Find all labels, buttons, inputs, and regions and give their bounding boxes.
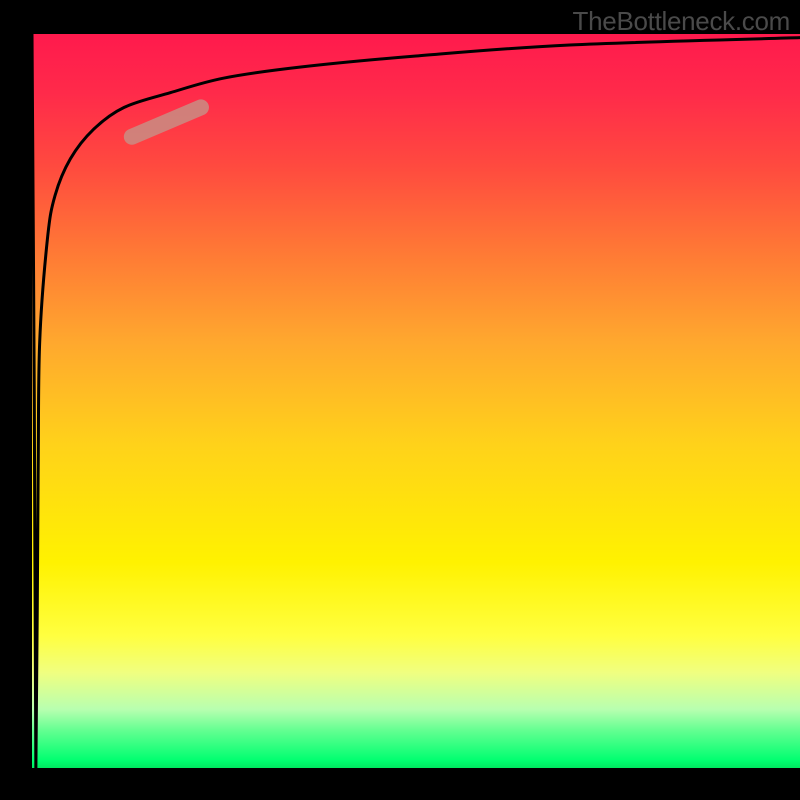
chart-container: TheBottleneck.com bbox=[0, 0, 800, 800]
plot-gradient-background bbox=[32, 34, 800, 768]
attribution-label: TheBottleneck.com bbox=[573, 6, 790, 37]
